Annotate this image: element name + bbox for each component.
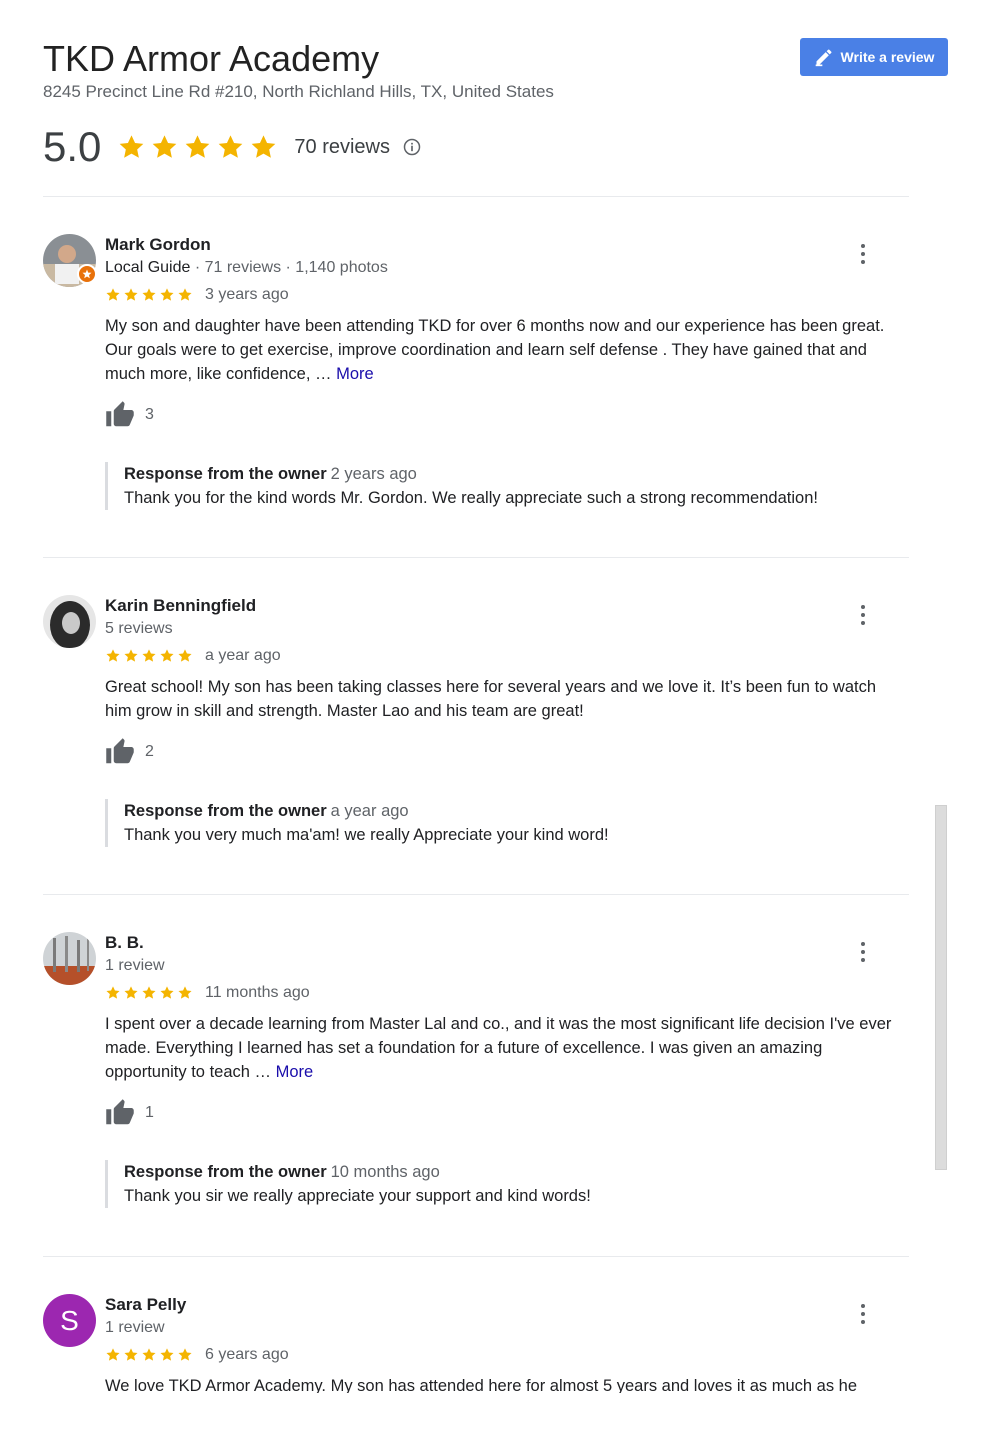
avatar[interactable]: S <box>43 1294 96 1347</box>
review-stars <box>105 648 193 664</box>
star-icon <box>160 649 174 662</box>
like-count: 3 <box>145 406 154 423</box>
star-icon <box>106 1348 120 1361</box>
star-icon <box>252 134 276 158</box>
avatar[interactable] <box>43 595 96 648</box>
rating-summary: 5.0 70 reviews <box>43 122 422 172</box>
info-icon[interactable] <box>402 137 422 157</box>
star-icon <box>106 986 120 999</box>
star-icon <box>142 649 156 662</box>
star-icon <box>178 288 192 301</box>
thumbs-up-icon[interactable] <box>105 400 135 430</box>
write-review-label: Write a review <box>840 49 935 65</box>
review-stars <box>105 1347 193 1363</box>
review-count: 70 reviews <box>294 135 390 158</box>
reviewer-meta: Local Guide · 71 reviews · 1,140 photos <box>105 256 905 280</box>
star-icon <box>142 288 156 301</box>
rating-value: 5.0 <box>43 123 102 170</box>
star-icon <box>178 1348 192 1361</box>
owner-response: Response from the owner 10 months ago Tha… <box>105 1160 905 1208</box>
star-icon <box>106 288 120 301</box>
review-time: 6 years ago <box>205 1346 289 1363</box>
more-link[interactable]: More <box>276 1063 314 1081</box>
review-body: My son and daughter have been attending … <box>105 317 885 383</box>
owner-response: Response from the owner a year ago Thank … <box>105 799 905 847</box>
reviewer-meta: 1 review <box>105 957 165 974</box>
star-icon <box>120 134 144 158</box>
review-stars <box>105 287 193 303</box>
star-icon <box>124 288 138 301</box>
star-icon <box>142 986 156 999</box>
thumbs-up-icon[interactable] <box>105 737 135 767</box>
review-text: Great school! My son has been taking cla… <box>105 678 877 720</box>
star-icon <box>178 986 192 999</box>
reviewer-meta: 5 reviews <box>105 620 173 637</box>
star-icon <box>124 986 138 999</box>
reviewer-name[interactable]: Mark Gordon <box>105 234 905 256</box>
star-icon <box>186 134 210 158</box>
avatar[interactable] <box>43 932 96 985</box>
response-time: 2 years ago <box>330 465 417 483</box>
response-text: Thank you very much ma'am! we really App… <box>124 826 609 844</box>
divider <box>43 557 909 558</box>
divider <box>43 1256 909 1257</box>
star-icon <box>219 134 243 158</box>
scrollbar[interactable] <box>935 805 947 1170</box>
business-address: 8245 Precinct Line Rd #210, North Richla… <box>43 82 554 101</box>
response-label: Response from the owner <box>124 1163 327 1181</box>
pencil-icon <box>815 49 832 67</box>
reviewer-stats: · 71 reviews · 1,140 photos <box>190 259 388 276</box>
review-text: My son and daughter have been attending … <box>105 314 905 386</box>
owner-response: Response from the owner 2 years ago Thank… <box>105 462 905 510</box>
review-time: 3 years ago <box>205 286 289 303</box>
local-guide-badge-icon <box>77 264 97 284</box>
more-options-icon[interactable] <box>853 603 873 627</box>
review-body: I spent over a decade learning from Mast… <box>105 1015 892 1081</box>
review-time: 11 months ago <box>205 984 310 1001</box>
local-guide-label: Local Guide <box>105 259 191 276</box>
reviewer-name[interactable]: B. B. <box>105 932 905 954</box>
more-options-icon[interactable] <box>853 940 873 964</box>
business-header: TKD Armor Academy 8245 Precinct Line Rd … <box>43 38 948 198</box>
reviewer-meta: 1 review <box>105 1319 165 1336</box>
more-link[interactable]: More <box>336 365 374 383</box>
star-icon <box>178 649 192 662</box>
star-icon <box>160 1348 174 1361</box>
response-label: Response from the owner <box>124 465 327 483</box>
divider <box>43 894 909 895</box>
more-options-icon[interactable] <box>853 242 873 266</box>
response-time: a year ago <box>330 802 409 820</box>
response-text: Thank you sir we really appreciate your … <box>124 1187 591 1205</box>
like-count: 2 <box>145 743 154 760</box>
response-time: 10 months ago <box>330 1163 440 1181</box>
review-time: a year ago <box>205 647 281 664</box>
star-icon <box>153 134 177 158</box>
write-review-button[interactable]: Write a review <box>800 38 948 76</box>
thumbs-up-icon[interactable] <box>105 1098 135 1128</box>
star-icon <box>142 1348 156 1361</box>
response-text: Thank you for the kind words Mr. Gordon.… <box>124 489 818 507</box>
review-text: I spent over a decade learning from Mast… <box>105 1012 905 1084</box>
review-stars <box>105 985 193 1001</box>
response-label: Response from the owner <box>124 802 327 820</box>
star-icon <box>160 288 174 301</box>
more-options-icon[interactable] <box>853 1302 873 1326</box>
like-count: 1 <box>145 1104 154 1121</box>
star-icon <box>124 1348 138 1361</box>
star-icon <box>160 986 174 999</box>
reviewer-name[interactable]: Sara Pelly <box>105 1294 905 1316</box>
reviewer-name[interactable]: Karin Benningfield <box>105 595 905 617</box>
viewport-clip <box>0 1393 998 1436</box>
rating-stars <box>117 133 278 162</box>
star-icon <box>106 649 120 662</box>
star-icon <box>124 649 138 662</box>
divider <box>43 196 909 197</box>
